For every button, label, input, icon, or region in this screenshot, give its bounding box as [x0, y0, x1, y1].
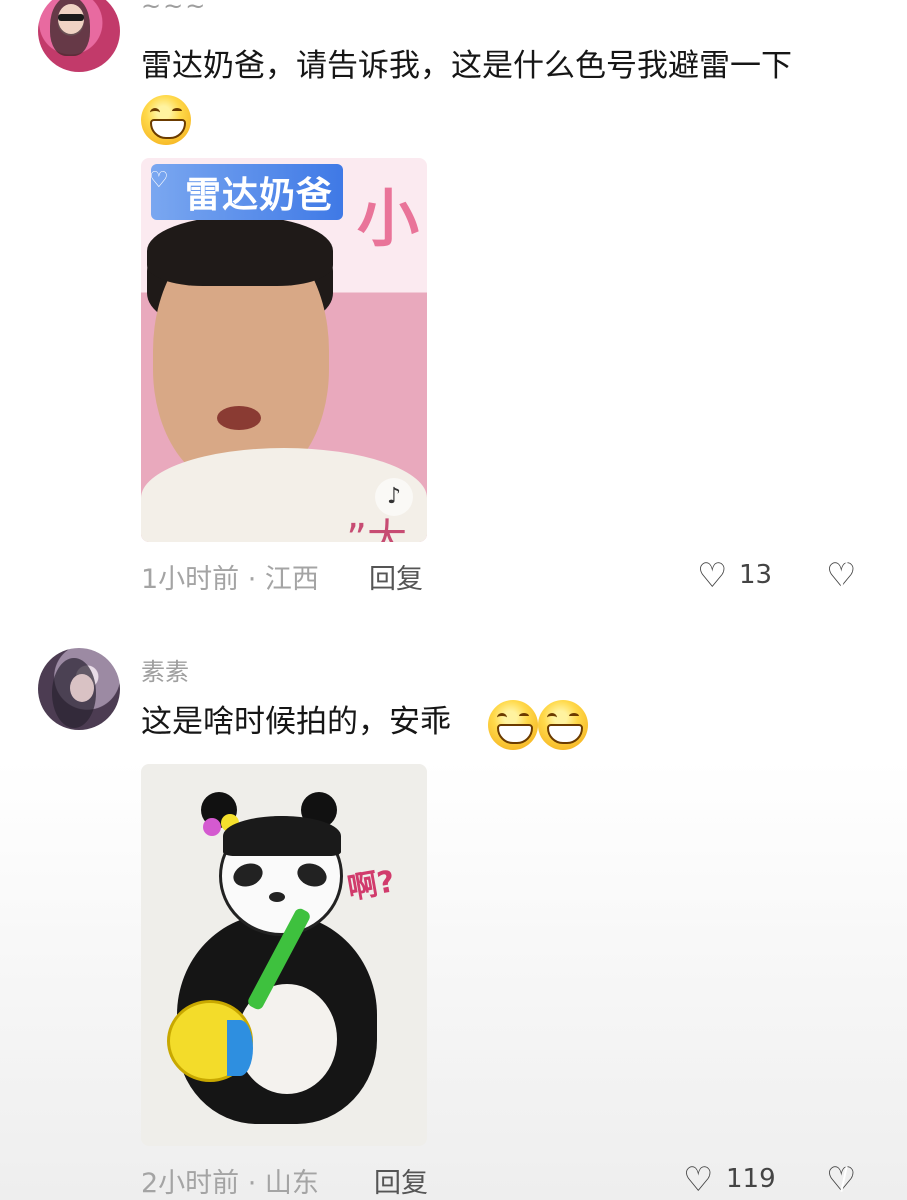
reply-button[interactable]: 回复 — [369, 557, 423, 596]
comment-text: 雷达奶爸，请告诉我，这是什么色号我避雷一下 — [141, 48, 792, 84]
dislike-icon[interactable]: ♡ — [826, 1160, 856, 1200]
reply-button[interactable]: 回复 — [374, 1161, 428, 1200]
like-count: 119 — [726, 1164, 776, 1194]
avatar[interactable] — [38, 648, 120, 730]
comment-image[interactable]: 小 ”大 雷达奶爸 ♡ ♪ — [141, 158, 427, 542]
grinning-emoji-icon — [538, 700, 588, 750]
tiktok-icon[interactable]: ♪ — [375, 478, 413, 516]
comment-meta: 2小时前 · 山东 — [141, 1168, 319, 1199]
heart-icon: ♡ — [149, 168, 169, 193]
comment-text: 这是啥时候拍的，安乖 — [141, 704, 451, 740]
comment-meta: 1小时前 · 江西 — [141, 564, 319, 595]
image-speech-text: 啊? — [344, 864, 398, 907]
like-count: 13 — [739, 560, 773, 590]
image-deco-text: 小 — [356, 182, 419, 255]
comment-username[interactable]: ~~~ — [141, 0, 207, 20]
like-icon[interactable]: ♡ — [683, 1160, 713, 1200]
like-icon[interactable]: ♡ — [697, 556, 727, 596]
comment-username[interactable]: 素素 — [141, 652, 189, 687]
comment-image[interactable]: 啊? — [141, 764, 427, 1146]
dislike-icon[interactable]: ♡ — [826, 556, 856, 596]
image-badge: 雷达奶爸 — [151, 164, 344, 220]
avatar[interactable] — [38, 0, 120, 72]
grinning-emoji-icon — [141, 95, 191, 145]
grinning-emoji-icon — [488, 700, 538, 750]
